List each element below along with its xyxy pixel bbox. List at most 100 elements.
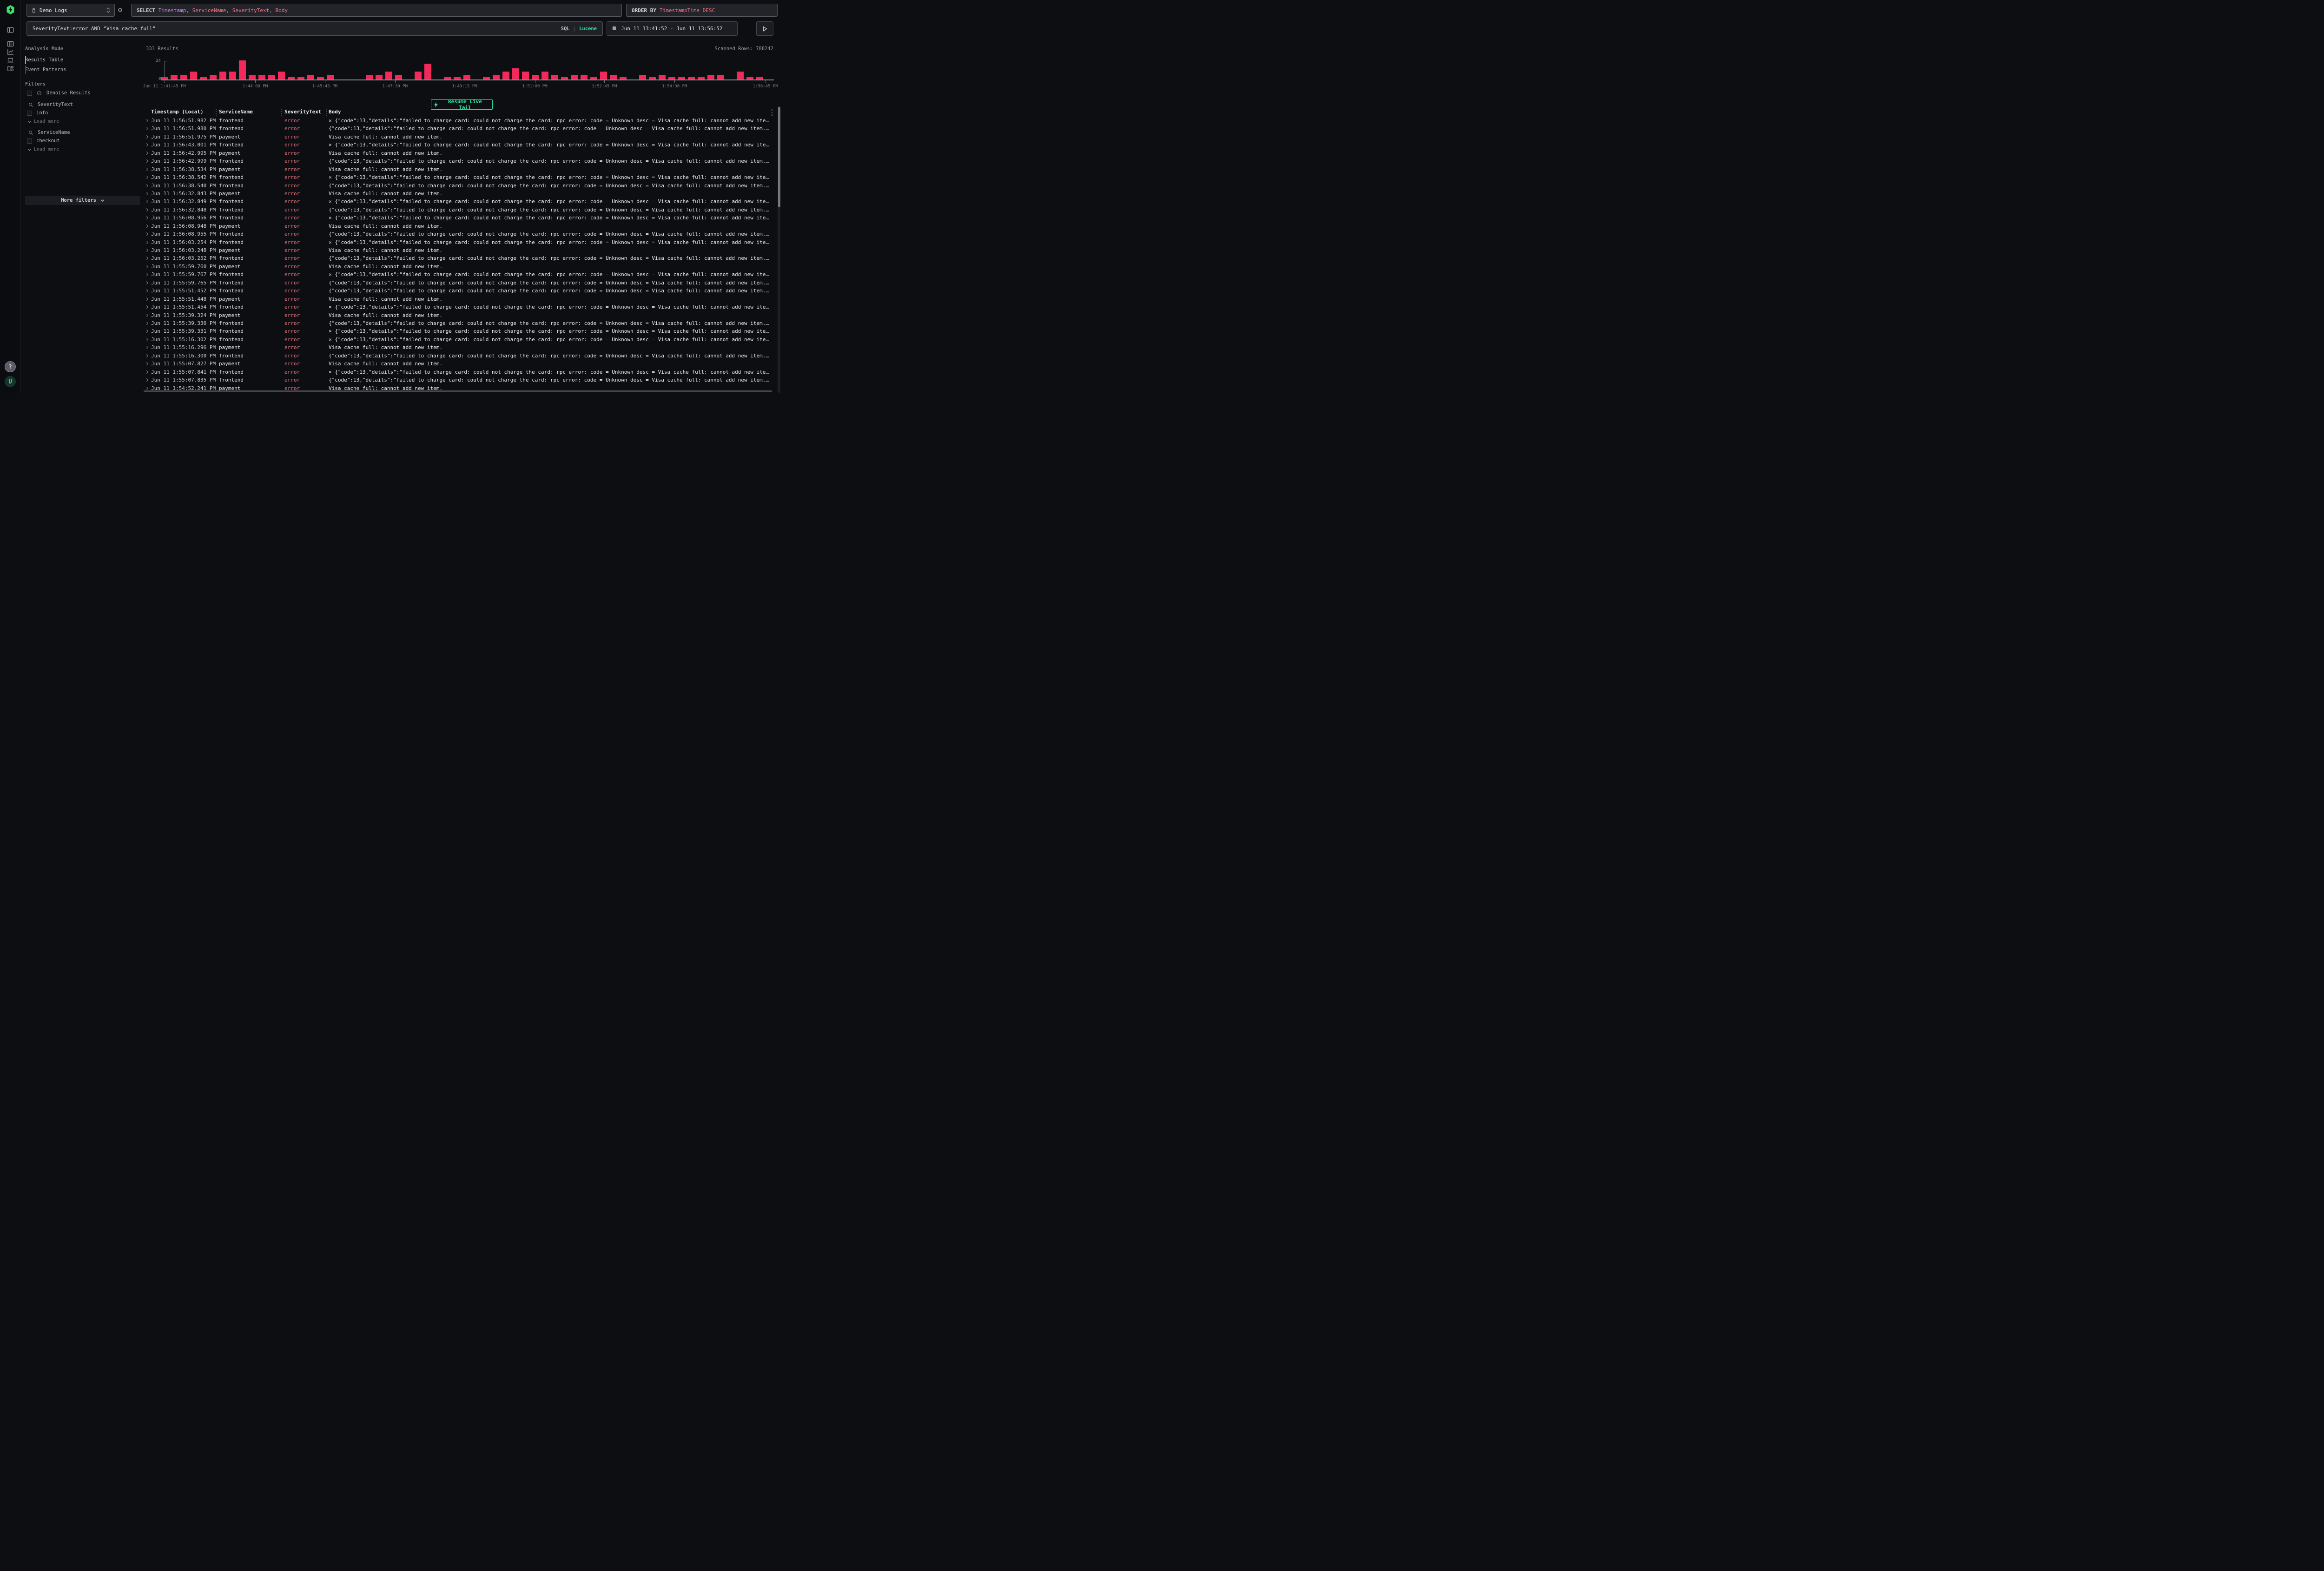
table-row[interactable]: Jun 11 1:56:32.843 PMpaymenterrorVisa ca… [143,190,775,198]
table-row[interactable]: Jun 11 1:56:03.252 PMfrontenderror{"code… [143,254,775,262]
row-expand-chevron-icon[interactable] [145,192,148,195]
row-expand-chevron-icon[interactable] [145,200,148,203]
row-expand-chevron-icon[interactable] [145,152,148,155]
table-row[interactable]: Jun 11 1:56:51.980 PMfrontenderror{"code… [143,125,775,132]
table-row[interactable]: Jun 11 1:55:07.835 PMfrontenderror{"code… [143,376,775,384]
row-expand-chevron-icon[interactable] [145,289,148,292]
column-header-servicename[interactable]: ServiceName [219,109,253,115]
row-expand-chevron-icon[interactable] [145,265,148,268]
column-resize-grip-icon[interactable] [325,109,327,116]
row-expand-chevron-icon[interactable] [145,378,148,382]
table-row[interactable]: Jun 11 1:55:07.827 PMpaymenterrorVisa ca… [143,360,775,368]
column-resize-grip-icon[interactable] [215,109,217,116]
row-expand-chevron-icon[interactable] [145,168,148,171]
laptop-icon[interactable] [7,56,14,64]
denoise-checkbox[interactable] [27,91,32,96]
table-row[interactable]: Jun 11 1:55:51.452 PMfrontenderror{"code… [143,287,775,295]
resume-live-tail-button[interactable]: Resume Live Tail [431,99,493,110]
table-row[interactable]: Jun 11 1:56:03.248 PMpaymenterrorVisa ca… [143,246,775,254]
table-row[interactable]: Jun 11 1:55:07.841 PMfrontenderror× {"co… [143,368,775,376]
row-expand-chevron-icon[interactable] [145,362,148,365]
row-expand-chevron-icon[interactable] [145,127,148,130]
table-row[interactable]: Jun 11 1:55:59.765 PMfrontenderror{"code… [143,279,775,287]
row-expand-chevron-icon[interactable] [145,249,148,252]
row-expand-chevron-icon[interactable] [145,338,148,341]
table-options-dots-icon[interactable] [771,109,773,116]
table-row[interactable]: Jun 11 1:56:03.254 PMfrontenderror× {"co… [143,238,775,246]
table-row[interactable]: Jun 11 1:55:39.331 PMfrontenderror× {"co… [143,327,775,335]
table-row[interactable]: Jun 11 1:55:59.767 PMfrontenderror× {"co… [143,271,775,278]
table-row[interactable]: Jun 11 1:56:38.534 PMpaymenterrorVisa ca… [143,165,775,173]
row-expand-chevron-icon[interactable] [145,119,148,122]
info-checkbox[interactable] [27,111,32,116]
row-expand-chevron-icon[interactable] [145,224,148,228]
time-range-picker[interactable]: Jun 11 13:41:52 - Jun 11 13:56:52 [607,21,738,36]
table-row[interactable]: Jun 11 1:56:38.542 PMfrontenderror× {"co… [143,173,775,181]
log-frequency-histogram[interactable]: 24 0 Jun 11 1:41:45 PM1:44:00 PM1:45:45 … [143,40,781,88]
table-row[interactable]: Jun 11 1:56:51.982 PMfrontenderror× {"co… [143,117,775,125]
row-expand-chevron-icon[interactable] [145,241,148,244]
column-resize-grip-icon[interactable] [281,109,282,116]
table-row[interactable]: Jun 11 1:55:51.448 PMpaymenterrorVisa ca… [143,295,775,303]
row-expand-chevron-icon[interactable] [145,297,148,301]
row-expand-chevron-icon[interactable] [145,176,148,179]
app-logo-bolt-icon[interactable] [6,5,15,14]
table-row[interactable]: Jun 11 1:56:08.948 PMpaymenterrorVisa ca… [143,222,775,230]
row-expand-chevron-icon[interactable] [145,273,148,276]
table-row[interactable]: Jun 11 1:55:16.302 PMfrontenderror× {"co… [143,336,775,343]
column-header-severitytext[interactable]: SeverityText [284,109,321,115]
table-row[interactable]: Jun 11 1:56:38.540 PMfrontenderror{"code… [143,182,775,190]
table-row[interactable]: Jun 11 1:55:51.454 PMfrontenderror× {"co… [143,303,775,311]
horizontal-scrollbar-thumb[interactable] [144,390,772,392]
sidebar-panel-icon[interactable] [7,26,14,34]
table-row[interactable]: Jun 11 1:56:08.956 PMfrontenderror× {"co… [143,214,775,222]
more-filters-button[interactable]: More filters [25,196,140,205]
table-row[interactable]: Jun 11 1:56:32.849 PMfrontenderror× {"co… [143,198,775,205]
row-expand-chevron-icon[interactable] [145,281,148,284]
table-row[interactable]: Jun 11 1:56:08.955 PMfrontenderror{"code… [143,230,775,238]
row-expand-chevron-icon[interactable] [145,314,148,317]
row-expand-chevron-icon[interactable] [145,232,148,236]
sql-mode-option[interactable]: SQL [561,26,570,32]
row-expand-chevron-icon[interactable] [145,257,148,260]
column-header-body[interactable]: Body [329,109,341,115]
row-expand-chevron-icon[interactable] [145,322,148,325]
table-row[interactable]: Jun 11 1:56:42.995 PMpaymenterrorVisa ca… [143,149,775,157]
table-row[interactable]: Jun 11 1:55:39.330 PMfrontenderror{"code… [143,319,775,327]
table-row[interactable]: Jun 11 1:55:16.300 PMfrontenderror{"code… [143,352,775,360]
run-query-button[interactable] [756,21,773,36]
load-more-severitytext[interactable]: Load more [27,119,59,124]
sidebar-item-results-table[interactable]: Results Table [25,55,132,65]
row-expand-chevron-icon[interactable] [145,135,148,139]
vertical-scrollbar[interactable] [778,106,780,393]
table-row[interactable]: Jun 11 1:56:42.999 PMfrontenderror{"code… [143,157,775,165]
select-query-editor[interactable]: SELECT Timestamp, ServiceName, SeverityT… [131,4,622,17]
help-button[interactable]: ? [5,361,16,372]
logs-explorer-icon[interactable] [7,40,14,48]
row-expand-chevron-icon[interactable] [145,143,148,146]
user-avatar[interactable]: U [5,376,16,387]
row-expand-chevron-icon[interactable] [145,370,148,374]
row-expand-chevron-icon[interactable] [145,330,148,333]
row-expand-chevron-icon[interactable] [145,159,148,163]
search-query-input[interactable]: SeverityText:error AND "Visa cache full"… [26,21,603,36]
row-expand-chevron-icon[interactable] [145,216,148,219]
row-expand-chevron-icon[interactable] [145,184,148,187]
order-by-editor[interactable]: ORDER BY TimestampTime DESC [626,4,778,17]
table-row[interactable]: Jun 11 1:56:43.001 PMfrontenderror× {"co… [143,141,775,149]
dashboard-icon[interactable] [7,65,14,73]
column-header-timestamp[interactable]: Timestamp (Local) [151,109,204,115]
vertical-scrollbar-thumb[interactable] [778,107,780,207]
row-expand-chevron-icon[interactable] [145,208,148,211]
filter-group-severitytext[interactable]: SeverityText [28,102,73,107]
source-settings-gear-icon[interactable]: ⚙ [116,6,124,14]
table-row[interactable]: Jun 11 1:55:16.296 PMpaymenterrorVisa ca… [143,343,775,351]
lucene-mode-option[interactable]: Lucene [579,26,597,32]
table-row[interactable]: Jun 11 1:55:39.324 PMpaymenterrorVisa ca… [143,311,775,319]
table-row[interactable]: Jun 11 1:56:51.975 PMpaymenterrorVisa ca… [143,133,775,141]
table-row[interactable]: Jun 11 1:56:32.848 PMfrontenderror{"code… [143,206,775,214]
row-expand-chevron-icon[interactable] [145,354,148,357]
log-source-selector[interactable]: Demo Logs [26,4,115,17]
sidebar-item-event-patterns[interactable]: Event Patterns [25,65,132,74]
table-row[interactable]: Jun 11 1:55:59.760 PMpaymenterrorVisa ca… [143,263,775,271]
